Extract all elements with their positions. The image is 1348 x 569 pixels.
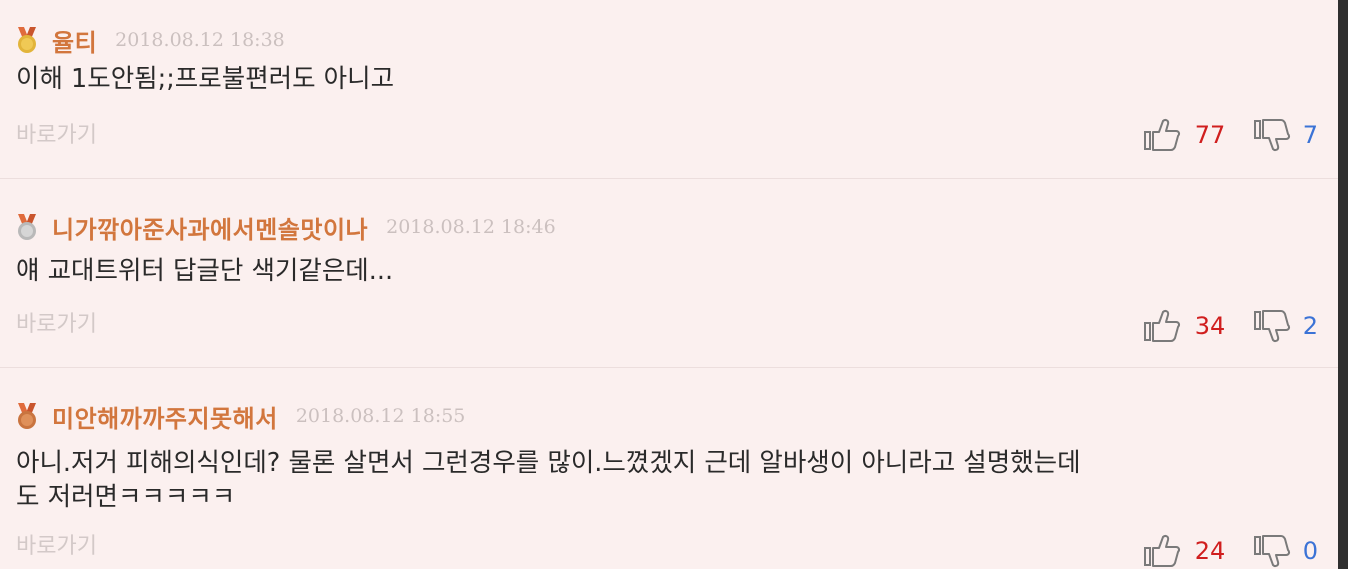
downvote-count: 7 — [1302, 121, 1318, 149]
comment-header: 율티 2018.08.12 18:38 — [14, 26, 285, 57]
upvote-count: 24 — [1194, 537, 1226, 565]
username[interactable]: 미안해까까주지못해서 — [52, 399, 278, 434]
downvote-button[interactable]: 7 — [1253, 117, 1318, 153]
thumbs-up-icon — [1143, 535, 1180, 567]
goto-link[interactable]: 바로가기 — [16, 117, 97, 149]
silver-medal-icon — [18, 214, 36, 240]
vote-bar: 24 0 — [1143, 533, 1318, 569]
comment-header: 니가깎아준사과에서멘솔맛이나 2018.08.12 18:46 — [14, 213, 556, 244]
comment-text: 얘 교대트위터 답글단 색기같은데... — [16, 256, 394, 286]
downvote-count: 0 — [1302, 537, 1318, 565]
downvote-button[interactable]: 2 — [1253, 308, 1318, 344]
comment-text-line: 도 저러면ㅋㅋㅋㅋㅋ — [16, 482, 236, 512]
bronze-medal-icon — [18, 403, 36, 429]
thumbs-down-icon — [1253, 310, 1290, 342]
upvote-button[interactable]: 24 — [1143, 533, 1239, 569]
timestamp: 2018.08.12 18:38 — [115, 29, 285, 51]
downvote-button[interactable]: 0 — [1253, 533, 1318, 569]
window-edge — [1338, 0, 1348, 569]
thumbs-up-icon — [1143, 119, 1180, 151]
thumbs-down-icon — [1253, 535, 1290, 567]
upvote-button[interactable]: 34 — [1143, 308, 1239, 344]
thumbs-down-icon — [1253, 119, 1290, 151]
gold-medal-icon — [18, 27, 36, 53]
timestamp: 2018.08.12 18:46 — [386, 216, 556, 238]
downvote-count: 2 — [1302, 312, 1318, 340]
thumbs-up-icon — [1143, 310, 1180, 342]
vote-bar: 34 2 — [1143, 308, 1318, 344]
upvote-button[interactable]: 77 — [1143, 117, 1239, 153]
username[interactable]: 니가깎아준사과에서멘솔맛이나 — [52, 210, 368, 245]
comment-header: 미안해까까주지못해서 2018.08.12 18:55 — [14, 402, 466, 433]
comment-item: 니가깎아준사과에서멘솔맛이나 2018.08.12 18:46 얘 교대트위터 … — [0, 179, 1338, 368]
comment-text: 이해 1도안됨;;프로불편러도 아니고 — [16, 64, 395, 94]
goto-link[interactable]: 바로가기 — [16, 528, 97, 560]
upvote-count: 77 — [1194, 121, 1226, 149]
vote-bar: 77 7 — [1143, 117, 1318, 153]
comment-item: 율티 2018.08.12 18:38 이해 1도안됨;;프로불편러도 아니고 … — [0, 0, 1338, 179]
upvote-count: 34 — [1194, 312, 1226, 340]
timestamp: 2018.08.12 18:55 — [295, 405, 466, 427]
comment-item: 미안해까까주지못해서 2018.08.12 18:55 아니.저거 피해의식인데… — [0, 368, 1338, 569]
comment-text: 아니.저거 피해의식인데? 물론 살면서 그런경우를 많이.느꼈겠지 근데 알바… — [16, 446, 1316, 514]
goto-link[interactable]: 바로가기 — [16, 306, 97, 338]
username[interactable]: 율티 — [52, 23, 97, 58]
comment-text-line: 아니.저거 피해의식인데? 물론 살면서 그런경우를 많이.느꼈겠지 근데 알바… — [16, 448, 1081, 478]
